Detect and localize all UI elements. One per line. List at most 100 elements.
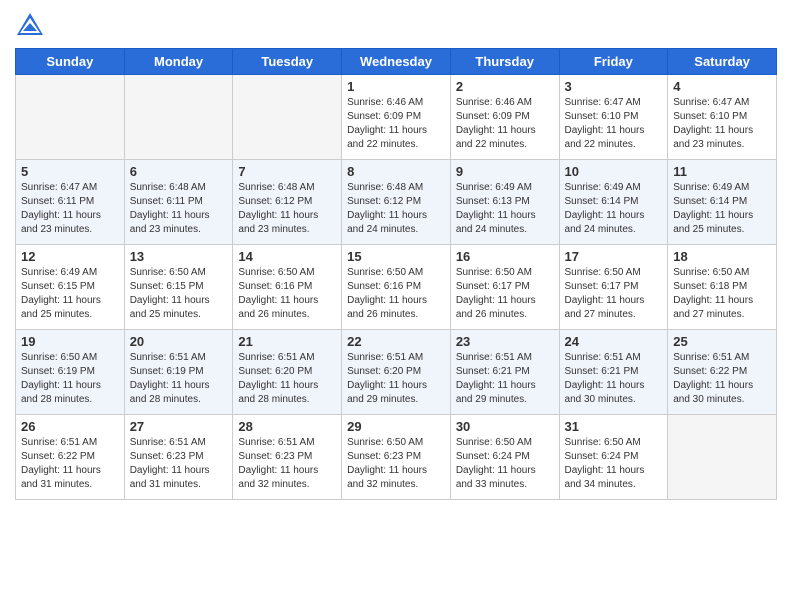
day-info: Sunrise: 6:48 AM Sunset: 6:11 PM Dayligh… [130,181,228,237]
calendar-cell: 6 Sunrise: 6:48 AM Sunset: 6:11 PM Daylig… [124,160,233,245]
day-number: 29 [347,419,445,434]
calendar-cell [668,415,777,500]
calendar-cell: 15Sunrise: 6:50 AM Sunset: 6:16 PM Dayli… [342,245,451,330]
calendar-cell [233,75,342,160]
col-header-tuesday: Tuesday [233,49,342,75]
day-number: 19 [21,334,119,349]
day-number: 5 [21,164,119,179]
day-number: 21 [238,334,336,349]
day-number: 22 [347,334,445,349]
day-info: Sunrise: 6:50 AM Sunset: 6:24 PM Dayligh… [565,436,663,492]
day-info: Sunrise: 6:50 AM Sunset: 6:16 PM Dayligh… [238,266,336,322]
calendar-cell: 27 Sunrise: 6:51 AM Sunset: 6:23 PM Dayli… [124,415,233,500]
col-header-saturday: Saturday [668,49,777,75]
calendar-cell: 29 Sunrise: 6:50 AM Sunset: 6:23 PM Dayli… [342,415,451,500]
day-info: Sunrise: 6:49 AM Sunset: 6:14 PM Dayligh… [565,181,663,237]
calendar-week-4: 26Sunrise: 6:51 AM Sunset: 6:22 PM Dayli… [16,415,777,500]
day-number: 18 [673,249,771,264]
calendar-cell: 17 Sunrise: 6:50 AM Sunset: 6:17 PM Dayli… [559,245,668,330]
day-info: Sunrise: 6:50 AM Sunset: 6:15 PM Dayligh… [130,266,228,322]
col-header-wednesday: Wednesday [342,49,451,75]
day-info: Sunrise: 6:50 AM Sunset: 6:17 PM Dayligh… [456,266,554,322]
calendar-cell: 26Sunrise: 6:51 AM Sunset: 6:22 PM Dayli… [16,415,125,500]
day-info: Sunrise: 6:51 AM Sunset: 6:23 PM Dayligh… [130,436,228,492]
calendar-cell: 19 Sunrise: 6:50 AM Sunset: 6:19 PM Dayli… [16,330,125,415]
day-number: 28 [238,419,336,434]
day-number: 6 [130,164,228,179]
calendar-cell: 16 Sunrise: 6:50 AM Sunset: 6:17 PM Dayli… [450,245,559,330]
calendar: SundayMondayTuesdayWednesdayThursdayFrid… [15,48,777,500]
day-info: Sunrise: 6:48 AM Sunset: 6:12 PM Dayligh… [238,181,336,237]
day-number: 2 [456,79,554,94]
day-info: Sunrise: 6:50 AM Sunset: 6:23 PM Dayligh… [347,436,445,492]
calendar-cell: 30 Sunrise: 6:50 AM Sunset: 6:24 PM Dayli… [450,415,559,500]
calendar-cell: 5 Sunrise: 6:47 AM Sunset: 6:11 PM Daylig… [16,160,125,245]
day-number: 15 [347,249,445,264]
calendar-cell: 28 Sunrise: 6:51 AM Sunset: 6:23 PM Dayli… [233,415,342,500]
calendar-cell: 14 Sunrise: 6:50 AM Sunset: 6:16 PM Dayli… [233,245,342,330]
calendar-cell: 8 Sunrise: 6:48 AM Sunset: 6:12 PM Daylig… [342,160,451,245]
day-number: 30 [456,419,554,434]
calendar-week-3: 19 Sunrise: 6:50 AM Sunset: 6:19 PM Dayli… [16,330,777,415]
calendar-cell: 18 Sunrise: 6:50 AM Sunset: 6:18 PM Dayli… [668,245,777,330]
calendar-cell: 4 Sunrise: 6:47 AM Sunset: 6:10 PM Daylig… [668,75,777,160]
day-info: Sunrise: 6:47 AM Sunset: 6:11 PM Dayligh… [21,181,119,237]
calendar-week-0: 1 Sunrise: 6:46 AM Sunset: 6:09 PM Daylig… [16,75,777,160]
day-number: 4 [673,79,771,94]
calendar-cell [124,75,233,160]
calendar-cell: 10Sunrise: 6:49 AM Sunset: 6:14 PM Dayli… [559,160,668,245]
day-info: Sunrise: 6:51 AM Sunset: 6:20 PM Dayligh… [347,351,445,407]
logo-icon [15,10,45,40]
day-info: Sunrise: 6:49 AM Sunset: 6:15 PM Dayligh… [21,266,119,322]
day-info: Sunrise: 6:46 AM Sunset: 6:09 PM Dayligh… [347,96,445,152]
day-info: Sunrise: 6:47 AM Sunset: 6:10 PM Dayligh… [565,96,663,152]
day-number: 14 [238,249,336,264]
day-info: Sunrise: 6:51 AM Sunset: 6:23 PM Dayligh… [238,436,336,492]
day-info: Sunrise: 6:50 AM Sunset: 6:19 PM Dayligh… [21,351,119,407]
day-number: 23 [456,334,554,349]
calendar-header-row: SundayMondayTuesdayWednesdayThursdayFrid… [16,49,777,75]
calendar-cell: 1 Sunrise: 6:46 AM Sunset: 6:09 PM Daylig… [342,75,451,160]
day-info: Sunrise: 6:48 AM Sunset: 6:12 PM Dayligh… [347,181,445,237]
day-number: 1 [347,79,445,94]
calendar-cell: 25 Sunrise: 6:51 AM Sunset: 6:22 PM Dayli… [668,330,777,415]
col-header-sunday: Sunday [16,49,125,75]
calendar-cell [16,75,125,160]
day-number: 25 [673,334,771,349]
day-number: 3 [565,79,663,94]
day-info: Sunrise: 6:51 AM Sunset: 6:19 PM Dayligh… [130,351,228,407]
header [15,10,777,40]
day-info: Sunrise: 6:50 AM Sunset: 6:24 PM Dayligh… [456,436,554,492]
calendar-cell: 22 Sunrise: 6:51 AM Sunset: 6:20 PM Dayli… [342,330,451,415]
calendar-cell: 13Sunrise: 6:50 AM Sunset: 6:15 PM Dayli… [124,245,233,330]
calendar-cell: 21 Sunrise: 6:51 AM Sunset: 6:20 PM Dayli… [233,330,342,415]
day-number: 8 [347,164,445,179]
day-number: 24 [565,334,663,349]
day-number: 16 [456,249,554,264]
page: SundayMondayTuesdayWednesdayThursdayFrid… [0,0,792,612]
day-number: 27 [130,419,228,434]
calendar-cell: 24Sunrise: 6:51 AM Sunset: 6:21 PM Dayli… [559,330,668,415]
col-header-monday: Monday [124,49,233,75]
day-info: Sunrise: 6:51 AM Sunset: 6:21 PM Dayligh… [456,351,554,407]
calendar-week-1: 5 Sunrise: 6:47 AM Sunset: 6:11 PM Daylig… [16,160,777,245]
day-info: Sunrise: 6:49 AM Sunset: 6:13 PM Dayligh… [456,181,554,237]
logo [15,10,47,40]
day-number: 9 [456,164,554,179]
day-number: 31 [565,419,663,434]
col-header-thursday: Thursday [450,49,559,75]
day-info: Sunrise: 6:51 AM Sunset: 6:22 PM Dayligh… [21,436,119,492]
day-info: Sunrise: 6:50 AM Sunset: 6:18 PM Dayligh… [673,266,771,322]
day-info: Sunrise: 6:51 AM Sunset: 6:20 PM Dayligh… [238,351,336,407]
day-number: 20 [130,334,228,349]
day-info: Sunrise: 6:51 AM Sunset: 6:22 PM Dayligh… [673,351,771,407]
calendar-cell: 23 Sunrise: 6:51 AM Sunset: 6:21 PM Dayli… [450,330,559,415]
day-number: 11 [673,164,771,179]
day-info: Sunrise: 6:50 AM Sunset: 6:17 PM Dayligh… [565,266,663,322]
day-info: Sunrise: 6:49 AM Sunset: 6:14 PM Dayligh… [673,181,771,237]
day-info: Sunrise: 6:47 AM Sunset: 6:10 PM Dayligh… [673,96,771,152]
calendar-cell: 9 Sunrise: 6:49 AM Sunset: 6:13 PM Daylig… [450,160,559,245]
day-number: 17 [565,249,663,264]
calendar-cell: 11 Sunrise: 6:49 AM Sunset: 6:14 PM Dayli… [668,160,777,245]
calendar-cell: 20 Sunrise: 6:51 AM Sunset: 6:19 PM Dayli… [124,330,233,415]
